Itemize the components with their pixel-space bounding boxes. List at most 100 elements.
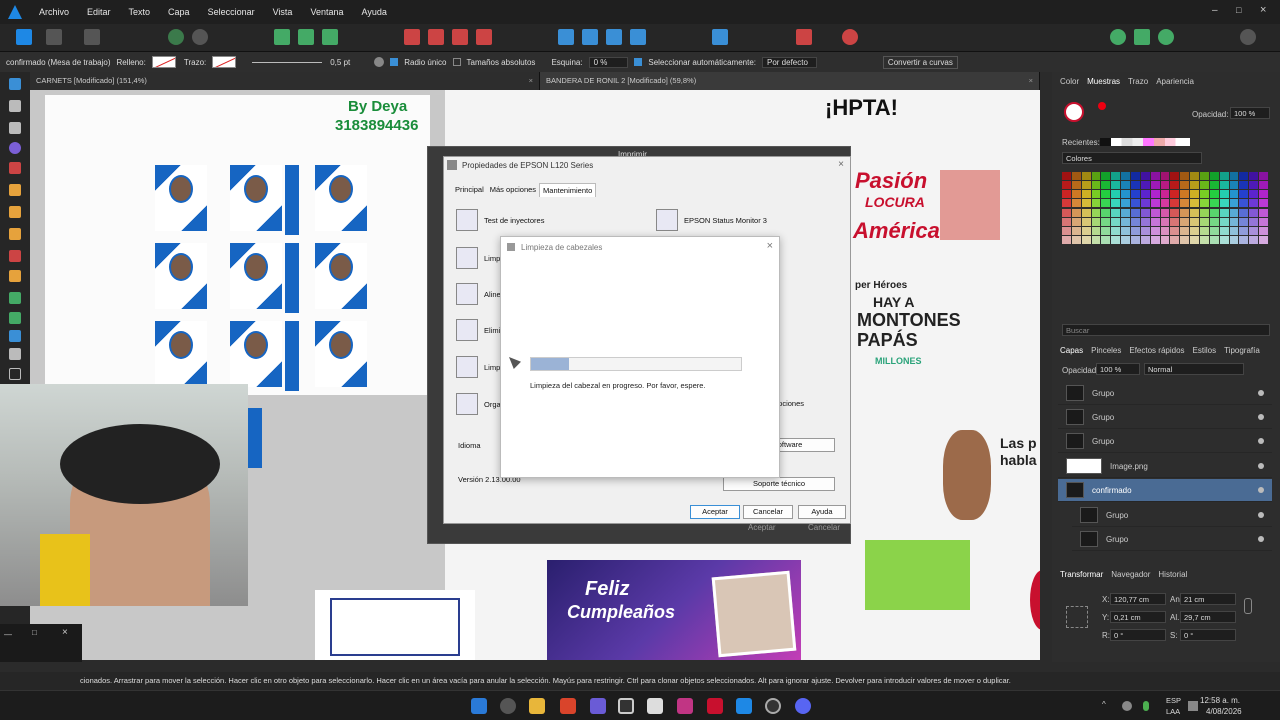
color-swatch[interactable] [1150, 181, 1160, 190]
color-swatch[interactable] [1249, 235, 1259, 244]
color-swatch[interactable] [1071, 172, 1081, 180]
persona-designer-icon[interactable] [16, 29, 32, 45]
tab-principal[interactable]: Principal [452, 183, 487, 197]
color-swatch[interactable] [1249, 217, 1259, 226]
color-swatch[interactable] [1190, 199, 1199, 208]
align3-icon[interactable] [322, 29, 338, 45]
gear-snap-icon[interactable] [168, 29, 184, 45]
color-swatch[interactable] [1229, 217, 1239, 226]
color-swatch[interactable] [1091, 190, 1101, 199]
color-swatch[interactable] [1150, 226, 1160, 235]
color-swatch[interactable] [1081, 181, 1091, 190]
auto-select-checkbox[interactable] [634, 58, 643, 66]
color-swatch[interactable] [1091, 181, 1101, 190]
arrange-back-icon[interactable] [404, 29, 420, 45]
color-swatch[interactable] [1199, 181, 1209, 190]
app-logo-icon[interactable] [8, 5, 22, 19]
pen-tool-icon[interactable] [9, 162, 21, 174]
maximize-icon[interactable]: □ [1236, 5, 1241, 15]
color-swatch[interactable] [1081, 199, 1091, 208]
point-transform-icon[interactable] [9, 142, 21, 154]
tamanos-checkbox[interactable] [452, 58, 461, 66]
color-swatch[interactable] [1160, 199, 1170, 208]
copilot-icon[interactable] [590, 698, 606, 714]
y-field[interactable]: 0,21 cm [1110, 611, 1166, 623]
fill-swatch[interactable] [151, 56, 176, 68]
color-swatch[interactable] [1170, 172, 1180, 180]
vector-crop-icon[interactable] [9, 312, 21, 324]
color-swatch[interactable] [1091, 217, 1101, 226]
color-swatch[interactable] [1180, 208, 1190, 217]
layer-row[interactable]: Image.png [1058, 455, 1272, 478]
color-swatch[interactable] [1140, 235, 1150, 244]
color-swatch[interactable] [1150, 235, 1160, 244]
color-swatch[interactable] [1121, 217, 1130, 226]
layer-opacity-field[interactable]: 100 % [1096, 363, 1140, 375]
color-swatch[interactable] [1229, 190, 1239, 199]
flip-v-icon[interactable] [582, 29, 598, 45]
color-swatch[interactable] [1062, 199, 1071, 208]
color-swatch[interactable] [1170, 199, 1180, 208]
color-swatch[interactable] [1199, 217, 1209, 226]
add-icon[interactable] [1110, 29, 1126, 45]
color-swatch[interactable] [1170, 226, 1180, 235]
color-swatch[interactable] [1209, 190, 1219, 199]
color-swatch[interactable] [1170, 235, 1180, 244]
color-swatch[interactable] [1180, 172, 1190, 180]
persona-pixel-icon[interactable] [46, 29, 62, 45]
color-swatch[interactable] [1190, 235, 1199, 244]
organizar-button[interactable]: Orga [456, 393, 501, 415]
color-swatch[interactable] [1140, 181, 1150, 190]
layer-row[interactable]: Grupo [1058, 382, 1272, 405]
color-swatch[interactable] [1121, 226, 1130, 235]
color-swatch[interactable] [1150, 172, 1160, 180]
print-accept-button[interactable]: Aceptar [748, 523, 776, 532]
color-swatch[interactable] [1160, 208, 1170, 217]
notepad-icon[interactable] [647, 698, 663, 714]
color-swatch[interactable] [1199, 208, 1209, 217]
color-swatch[interactable] [1160, 172, 1170, 180]
tab-navegador[interactable]: Navegador [1111, 570, 1150, 579]
tab-mantenimiento[interactable]: Mantenimiento [539, 183, 597, 197]
color-swatch[interactable] [1111, 172, 1121, 180]
wifi-icon[interactable] [1188, 701, 1198, 711]
tab-trazo[interactable]: Trazo [1128, 77, 1148, 86]
color-swatch[interactable] [1101, 226, 1111, 235]
designer-icon[interactable] [736, 698, 752, 714]
color-swatch[interactable] [1170, 190, 1180, 199]
search-input[interactable]: Buscar [1062, 324, 1270, 336]
color-swatch[interactable] [1160, 181, 1170, 190]
color-swatch[interactable] [1199, 190, 1209, 199]
affinity-icon[interactable] [707, 698, 723, 714]
windows-start-icon[interactable] [471, 698, 487, 714]
color-swatch[interactable] [1091, 199, 1101, 208]
close-icon[interactable]: × [838, 159, 844, 170]
color-swatch[interactable] [1249, 208, 1259, 217]
color-swatch[interactable] [1140, 217, 1150, 226]
fill-tool-icon[interactable] [9, 250, 21, 262]
color-swatch[interactable] [1180, 190, 1190, 199]
menu-vista[interactable]: Vista [264, 7, 302, 17]
color-swatch[interactable] [1229, 172, 1239, 180]
maximize-icon[interactable]: □ [32, 628, 37, 637]
chatgpt-icon[interactable] [765, 698, 781, 714]
color-swatch[interactable] [1239, 208, 1249, 217]
menu-ayuda[interactable]: Ayuda [353, 7, 396, 17]
tab-transformar[interactable]: Transformar [1060, 570, 1103, 579]
microphone-icon[interactable] [1143, 701, 1149, 711]
color-swatch[interactable] [1219, 226, 1229, 235]
move-tool-icon[interactable] [9, 78, 21, 90]
color-swatch[interactable] [1199, 199, 1209, 208]
color-swatch[interactable] [1229, 199, 1239, 208]
color-swatch[interactable] [1062, 181, 1071, 190]
layer-row[interactable]: Grupo [1058, 406, 1272, 429]
tab-pinceles[interactable]: Pinceles [1091, 346, 1121, 355]
color-swatch[interactable] [1249, 190, 1259, 199]
arrange-backward-icon[interactable] [428, 29, 444, 45]
opacity-field[interactable]: 100 % [1230, 107, 1270, 119]
color-swatch[interactable] [1190, 181, 1199, 190]
color-swatch[interactable] [1209, 226, 1219, 235]
soporte-button[interactable]: Soporte técnico [723, 477, 835, 491]
minimize-icon[interactable]: – [1212, 5, 1218, 16]
rotate-left-icon[interactable] [606, 29, 622, 45]
